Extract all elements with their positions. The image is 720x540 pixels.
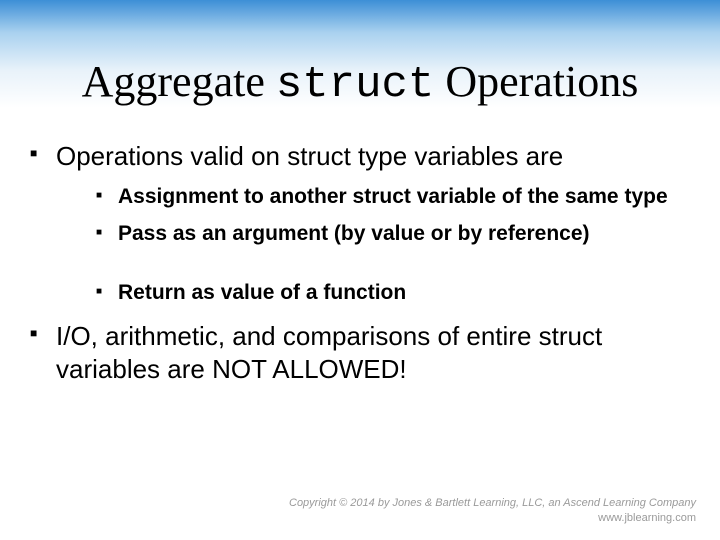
bullet-1-text: Operations valid on struct type variable… [56, 141, 563, 171]
title-code: struct [276, 60, 434, 110]
footer-url: www.jblearning.com [289, 511, 696, 526]
spacer [56, 257, 690, 269]
title-post: Operations [434, 57, 638, 106]
copyright-text: Copyright © 2014 by Jones & Bartlett Lea… [289, 496, 696, 511]
bullet-2: I/O, arithmetic, and comparisons of enti… [30, 320, 690, 385]
sub-bullet-3: Return as value of a function [96, 279, 690, 306]
sub-bullet-2: Pass as an argument (by value or by refe… [96, 220, 690, 247]
sub-bullet-1: Assignment to another struct variable of… [96, 183, 690, 210]
slide-body: Operations valid on struct type variable… [30, 140, 690, 399]
bullet-1-sublist: Assignment to another struct variable of… [56, 183, 690, 248]
title-pre: Aggregate [82, 57, 276, 106]
bullet-1: Operations valid on struct type variable… [30, 140, 690, 306]
footer: Copyright © 2014 by Jones & Bartlett Lea… [289, 496, 696, 526]
bullet-list: Operations valid on struct type variable… [30, 140, 690, 385]
slide-title: Aggregate struct Operations [0, 58, 720, 109]
slide: Aggregate struct Operations Operations v… [0, 0, 720, 540]
bullet-1-sublist-2: Return as value of a function [56, 279, 690, 306]
